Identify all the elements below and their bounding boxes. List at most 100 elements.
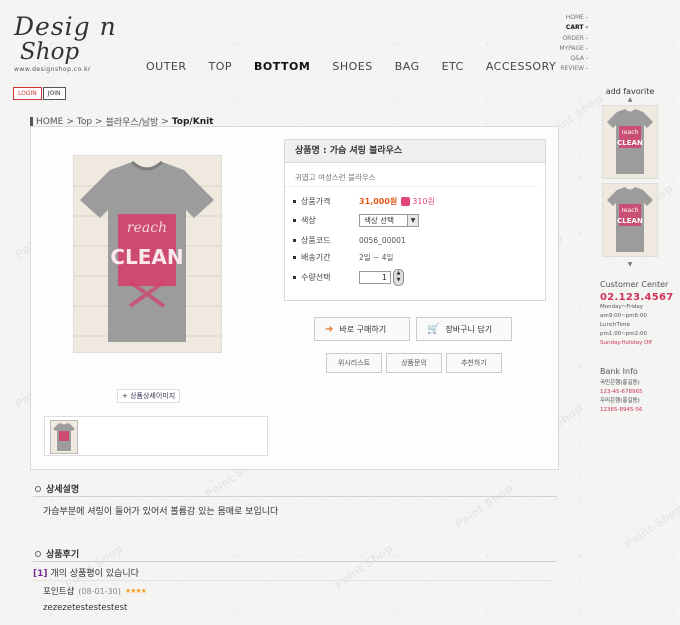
breadcrumb-separator: > — [95, 116, 103, 127]
divider — [33, 561, 557, 562]
favorite-thumb[interactable]: reach CLEAN — [602, 183, 658, 257]
svg-text:reach: reach — [622, 207, 639, 214]
price-row: 상품가격 31,000원 310원 — [293, 196, 435, 207]
nav-item-bag[interactable]: BAG — [395, 60, 420, 73]
detail-image-button[interactable]: + 상품상세이미지 — [117, 389, 181, 403]
breadcrumb-top[interactable]: Top — [77, 117, 92, 127]
review-text: zezezetestestestest — [43, 603, 128, 613]
color-row: 색상 색상 선택 ▼ — [293, 214, 419, 227]
product-name: 상품명 : 가슴 셔링 블라우스 — [285, 140, 545, 163]
shipping-row: 배송기간 2일 ~ 4일 — [293, 252, 393, 263]
quantity-stepper-icon[interactable]: ▲ ▼ — [393, 269, 404, 286]
qty-label: 수량선택 — [301, 273, 331, 282]
watermark-text: Point Shop — [622, 501, 680, 552]
thumbnail-strip — [44, 416, 268, 456]
join-button[interactable]: JOIN — [42, 87, 66, 100]
svg-text:CLEAN: CLEAN — [110, 245, 183, 269]
nav-item-outer[interactable]: OUTER — [146, 60, 187, 73]
arrow-right-icon: ➜ — [325, 323, 334, 335]
breadcrumb-home[interactable]: HOME — [36, 117, 63, 127]
scroll-down-icon[interactable]: ▼ — [592, 261, 668, 269]
buy-now-label: 바로 구매하기 — [339, 324, 387, 334]
buy-now-button[interactable]: ➜ 바로 구매하기 — [314, 317, 410, 341]
svg-text:CLEAN: CLEAN — [617, 139, 643, 147]
review-count-number: [1] — [33, 569, 48, 579]
detail-description: 가슴부분에 셔링이 들어가 있어서 볼륨감 있는 몸매로 보입니다 — [43, 507, 279, 517]
util-cart-link[interactable]: CART - — [559, 23, 588, 33]
site-logo[interactable]: Desig n Shop www.designshop.co.kr — [14, 12, 117, 74]
cs-phone: 02.123.4567 — [600, 292, 674, 303]
cs-hours-line: am9:00~pm6:00 — [600, 313, 647, 319]
qty-row: 수량선택 1 ▲ ▼ — [293, 269, 404, 286]
review-user: 포인트샵 — [43, 587, 75, 597]
color-select[interactable]: 색상 선택 ▼ — [359, 214, 419, 227]
bank-name: 우리은행(홍길동) — [600, 398, 640, 404]
tshirt-image: reach CLEAN — [74, 156, 221, 352]
cs-hours-line: Monday~Friday — [600, 304, 643, 310]
detail-title-text: 상세설명 — [46, 485, 80, 495]
product-main-image[interactable]: reach CLEAN — [73, 155, 222, 353]
code-row: 상품코드 0056_00001 — [293, 235, 406, 246]
review-item-header[interactable]: 포인트샵 (08-01-30) ★★★★ — [43, 585, 147, 598]
review-title-text: 상품후기 — [46, 550, 80, 560]
wishlist-button[interactable]: 위시리스트 — [326, 353, 382, 373]
util-mypage-link[interactable]: MYPAGE - — [559, 44, 588, 54]
add-cart-label: 장바구니 담기 — [445, 324, 493, 334]
nav-item-top[interactable]: TOP — [209, 60, 233, 73]
nav-item-shoes[interactable]: SHOES — [332, 60, 372, 73]
watermark-text: Point Shop — [332, 541, 396, 592]
star-rating-icon: ★★★★ — [124, 587, 147, 595]
review-count: [1] 개의 상품평이 있습니다 — [33, 566, 139, 579]
cs-hours-line: pm1:00~pm2:00 — [600, 331, 648, 337]
divider — [33, 496, 557, 497]
login-button[interactable]: LOGIN — [13, 87, 42, 100]
favorites-sidebar: add favorite ▲ reach CLEAN reach CLEAN ▼ — [592, 87, 668, 269]
util-home-link[interactable]: HOME - — [559, 13, 588, 23]
product-subtitle: 귀엽고 여성스런 블라우스 — [285, 163, 537, 187]
cs-holiday: Sunday.Holiday Off — [600, 340, 653, 346]
product-info-panel: 상품명 : 가슴 셔링 블라우스 귀엽고 여성스런 블라우스 상품가격 31,0… — [284, 139, 546, 301]
circle-icon — [35, 550, 41, 557]
util-review-link[interactable]: REVIEW - — [559, 64, 588, 74]
points-icon — [401, 197, 411, 206]
bank-title: Bank Info — [600, 367, 638, 376]
shipping-label: 배송기간 — [301, 253, 331, 262]
quantity-input[interactable]: 1 — [359, 271, 391, 284]
logo-text-line1: Desig n — [14, 12, 117, 41]
product-thumbnail[interactable] — [50, 420, 78, 454]
nav-item-accessory[interactable]: ACCESSORY — [486, 60, 556, 73]
recommend-button[interactable]: 추천하기 — [446, 353, 502, 373]
review-section-title: 상품후기 — [35, 547, 79, 560]
util-menu: HOME - CART - ORDER - MYPAGE - Q&A - REV… — [559, 13, 588, 75]
auth-links: LOGIN JOIN — [13, 87, 67, 100]
bank-account: 12365-8945-56 — [600, 407, 643, 413]
price-label: 상품가격 — [301, 197, 331, 206]
customer-center: Customer Center 02.123.4567 Monday~Frida… — [600, 280, 674, 348]
util-order-link[interactable]: ORDER - — [559, 34, 588, 44]
tshirt-image: reach CLEAN — [603, 184, 657, 256]
tshirt-image: reach CLEAN — [603, 106, 657, 178]
points-value: 310원 — [412, 197, 435, 206]
scroll-up-icon[interactable]: ▲ — [592, 96, 668, 104]
nav-item-etc[interactable]: ETC — [442, 60, 464, 73]
inquiry-button[interactable]: 상품문의 — [386, 353, 442, 373]
color-select-value: 색상 선택 — [364, 216, 394, 225]
add-cart-button[interactable]: 🛒 장바구니 담기 — [416, 317, 512, 341]
cart-icon: 🛒 — [427, 323, 440, 335]
breadcrumb-marker — [30, 117, 33, 126]
util-qna-link[interactable]: Q&A - — [559, 54, 588, 64]
svg-text:reach: reach — [127, 220, 167, 236]
detail-section-title: 상세설명 — [35, 482, 79, 495]
cs-hours-line: LunchTime — [600, 322, 630, 328]
code-value: 0056_00001 — [359, 236, 406, 245]
logo-text-line2: Shop — [20, 39, 80, 65]
favorite-thumb[interactable]: reach CLEAN — [602, 105, 658, 179]
circle-icon — [35, 485, 41, 492]
breadcrumb-separator: > — [66, 116, 74, 127]
color-label: 색상 — [301, 216, 316, 225]
nav-item-bottom[interactable]: BOTTOM — [254, 60, 310, 73]
breadcrumb-separator: > — [161, 116, 169, 127]
main-nav: OUTER TOP BOTTOM SHOES BAG ETC ACCESSORY — [146, 60, 578, 73]
review-date: (08-01-30) — [78, 586, 121, 596]
divider — [33, 580, 553, 581]
